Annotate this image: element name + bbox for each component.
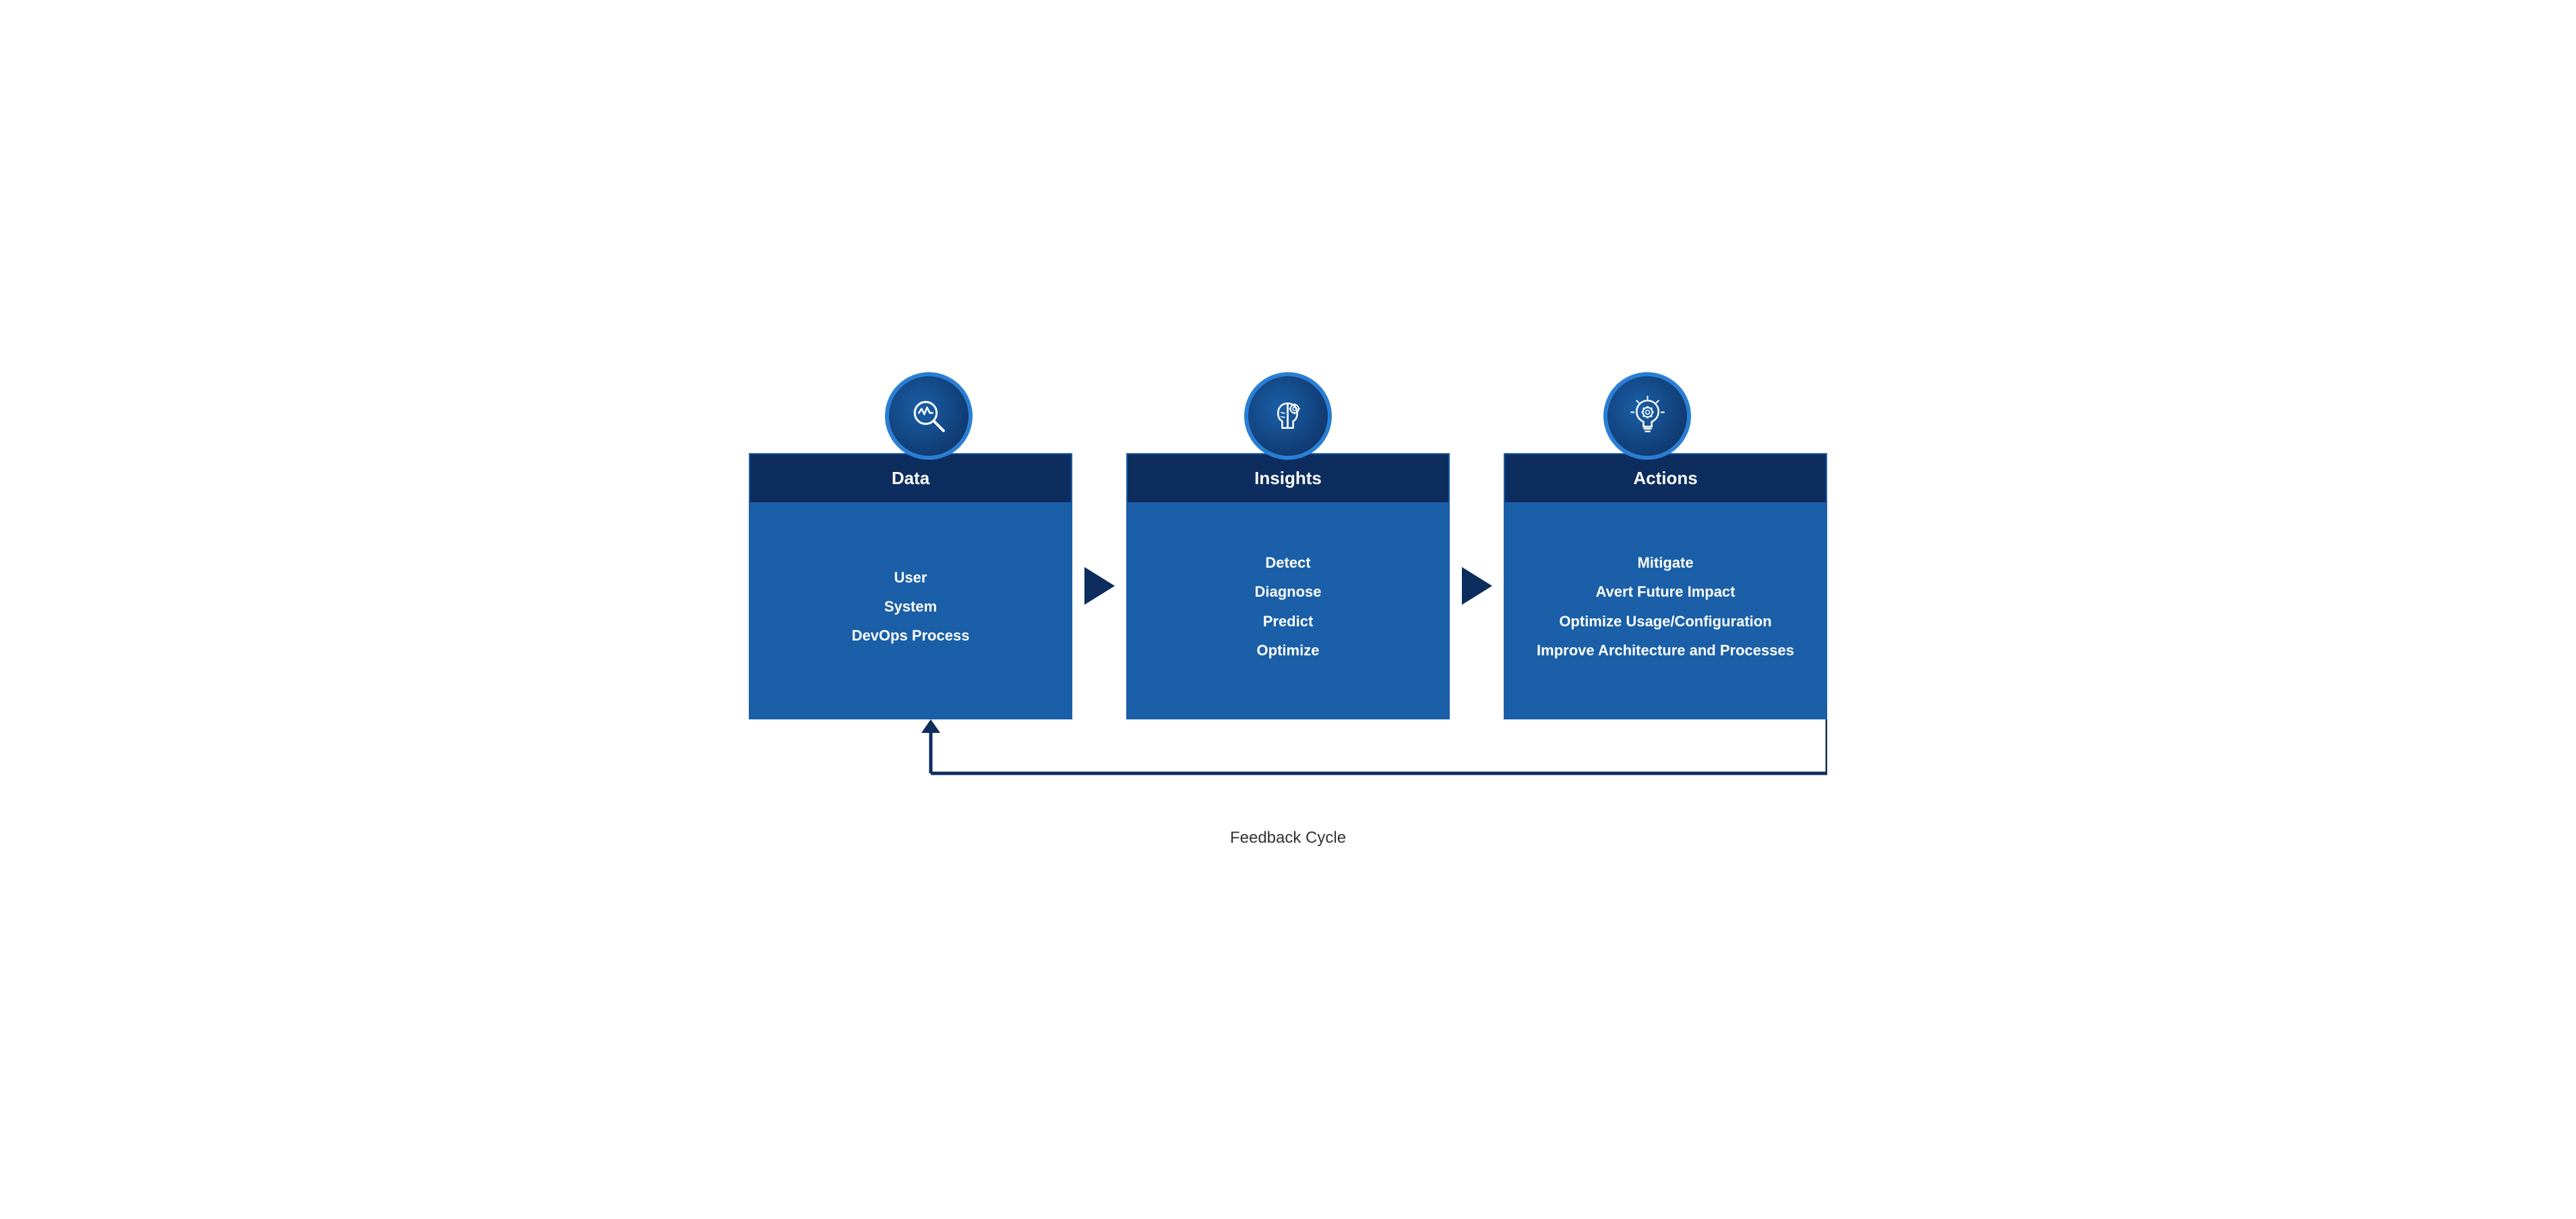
data-card: Data User System DevOps Process <box>749 453 1072 719</box>
insights-card-header: Insights <box>1128 454 1448 502</box>
data-item-system: System <box>884 595 937 618</box>
lightbulb-gear-icon <box>1626 394 1669 438</box>
actions-card-header: Actions <box>1505 454 1826 502</box>
actions-card: Actions Mitigate Avert Future Impact Opt… <box>1504 453 1827 719</box>
data-card-body: User System DevOps Process <box>750 502 1071 718</box>
diagram-wrapper: Data User System DevOps Process Insights… <box>749 365 1827 854</box>
arrow-insights-to-actions <box>1450 567 1504 605</box>
data-item-devops: DevOps Process <box>852 624 970 647</box>
monitor-search-icon <box>907 394 950 438</box>
insights-item-predict: Predict <box>1263 610 1314 633</box>
data-item-user: User <box>894 566 927 589</box>
brain-gear-icon <box>1266 394 1310 438</box>
actions-item-improve: Improve Architecture and Processes <box>1537 638 1794 662</box>
actions-card-title: Actions <box>1633 468 1697 488</box>
insights-item-optimize: Optimize <box>1257 638 1320 662</box>
insights-icon-circle <box>1244 372 1332 460</box>
actions-item-mitigate: Mitigate <box>1637 551 1693 574</box>
actions-item-optimize: Optimize Usage/Configuration <box>1559 610 1771 633</box>
actions-card-body: Mitigate Avert Future Impact Optimize Us… <box>1505 502 1826 718</box>
actions-icon-circle <box>1603 372 1691 460</box>
feedback-cycle-wrapper: Feedback Cycle <box>749 719 1827 854</box>
insights-item-diagnose: Diagnose <box>1254 580 1321 603</box>
insights-icon-wrapper <box>1108 365 1467 453</box>
cards-row: Data User System DevOps Process Insights… <box>749 453 1827 719</box>
arrow-data-to-insights <box>1072 567 1126 605</box>
data-card-header: Data <box>750 454 1071 502</box>
data-icon-wrapper <box>749 365 1108 453</box>
feedback-cycle-label: Feedback Cycle <box>1230 829 1346 848</box>
icons-row <box>749 365 1827 453</box>
actions-icon-wrapper <box>1468 365 1827 453</box>
right-arrow-icon <box>1084 567 1115 605</box>
insights-card-title: Insights <box>1254 468 1322 488</box>
insights-card: Insights Detect Diagnose Predict Optimiz… <box>1126 453 1450 719</box>
insights-card-body: Detect Diagnose Predict Optimize <box>1128 502 1448 718</box>
actions-item-avert: Avert Future Impact <box>1595 580 1735 603</box>
data-card-title: Data <box>892 468 929 488</box>
insights-item-detect: Detect <box>1265 551 1310 574</box>
data-icon-circle <box>885 372 973 460</box>
right-arrow-icon-2 <box>1462 567 1492 605</box>
